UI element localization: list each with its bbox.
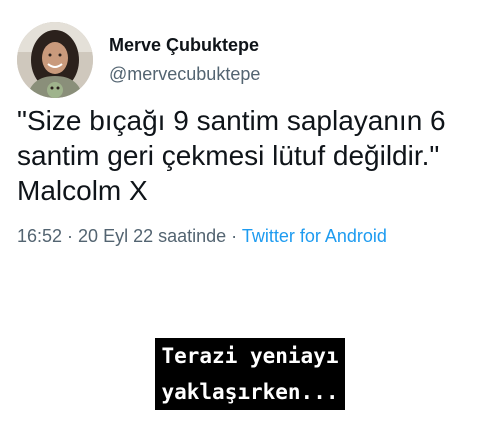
- caption-line: Terazi yeniayı: [0, 338, 500, 374]
- tweet-meta: 16:52 · 20 Eyl 22 saatinde · Twitter for…: [17, 226, 387, 247]
- tweet-text-line: santim geri çekmesi lütuf değildir.": [17, 140, 440, 171]
- author-handle[interactable]: @mervecubuktepe: [109, 64, 260, 85]
- tweet-date[interactable]: 20 Eyl 22 saatinde: [78, 226, 226, 246]
- meta-separator: ·: [226, 226, 242, 246]
- caption-text: Terazi yeniayı: [155, 338, 345, 374]
- author-name[interactable]: Merve Çubuktepe: [109, 35, 259, 56]
- tweet-text-line: "Size bıçağı 9 santim saplayanın 6: [17, 105, 446, 136]
- caption-line: yaklaşırken...: [0, 374, 500, 410]
- caption-text: yaklaşırken...: [155, 374, 345, 410]
- avatar[interactable]: [17, 22, 93, 98]
- tweet-time[interactable]: 16:52: [17, 226, 62, 246]
- meta-separator: ·: [62, 226, 79, 246]
- tweet-source-link[interactable]: Twitter for Android: [242, 226, 387, 246]
- tweet-text: "Size bıçağı 9 santim saplayanın 6 santi…: [17, 103, 487, 208]
- avatar-photo: [17, 22, 93, 98]
- tweet-text-line: Malcolm X: [17, 175, 148, 206]
